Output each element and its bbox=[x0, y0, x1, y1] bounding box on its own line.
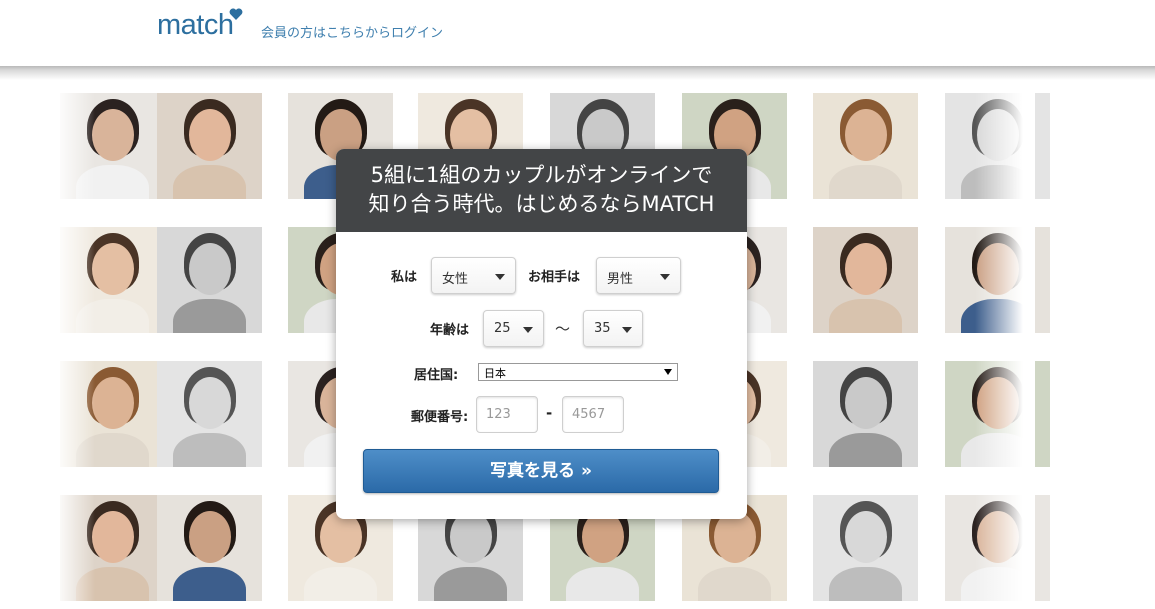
seeking-select[interactable]: 男性 bbox=[596, 257, 681, 294]
person-face bbox=[92, 511, 134, 563]
profile-photo bbox=[157, 93, 262, 199]
person-shoulders bbox=[566, 567, 639, 601]
member-login-link[interactable]: 会員の方はこちらからログイン bbox=[261, 22, 443, 41]
seeking-value: 男性 bbox=[607, 272, 634, 287]
person-face bbox=[189, 511, 231, 563]
person-shoulders bbox=[829, 433, 902, 467]
person-shoulders bbox=[173, 433, 246, 467]
dropdown-arrow-icon bbox=[664, 369, 672, 375]
zip-code-first-placeholder: 123 bbox=[486, 407, 511, 422]
age-label: 年齢は bbox=[430, 323, 470, 338]
modal-title-line-2: 知り合う時代。はじめるならMATCH bbox=[368, 192, 715, 216]
person-face bbox=[845, 243, 887, 295]
zip-code-second-input[interactable]: 4567 bbox=[562, 396, 624, 433]
person-face bbox=[845, 109, 887, 161]
country-value: 日本 bbox=[484, 367, 506, 380]
grid-fade-right bbox=[975, 88, 1035, 609]
person-shoulders bbox=[829, 165, 902, 199]
zip-dash: - bbox=[546, 404, 553, 422]
search-modal: 5組に1組のカップルがオンラインで 知り合う時代。はじめるならMATCH 私は … bbox=[336, 149, 747, 519]
chevron-down-icon bbox=[495, 274, 505, 280]
zip-code-second-placeholder: 4567 bbox=[572, 407, 606, 422]
i-am-select[interactable]: 女性 bbox=[431, 257, 516, 294]
modal-title-line-1: 5組に1組のカップルがオンラインで bbox=[370, 163, 713, 187]
heart-icon bbox=[229, 8, 243, 20]
i-am-value: 女性 bbox=[442, 272, 469, 287]
country-label: 居住国: bbox=[414, 368, 459, 383]
profile-photo bbox=[813, 495, 918, 601]
person-face bbox=[92, 243, 134, 295]
zip-label: 郵便番号: bbox=[411, 410, 469, 425]
i-am-label: 私は bbox=[391, 270, 418, 285]
zip-code-first-input[interactable]: 123 bbox=[476, 396, 538, 433]
person-shoulders bbox=[434, 567, 507, 601]
person-shoulders bbox=[173, 567, 246, 601]
person-shoulders bbox=[829, 299, 902, 333]
person-shoulders bbox=[829, 567, 902, 601]
person-shoulders bbox=[304, 567, 377, 601]
country-select[interactable]: 日本 bbox=[478, 363, 678, 381]
chevron-down-icon bbox=[622, 327, 632, 333]
person-face bbox=[92, 109, 134, 161]
person-face bbox=[189, 377, 231, 429]
profile-photo bbox=[813, 227, 918, 333]
age-max-value: 35 bbox=[594, 321, 611, 336]
person-face bbox=[845, 377, 887, 429]
profile-photo bbox=[813, 361, 918, 467]
person-shoulders bbox=[173, 299, 246, 333]
grid-fade-left bbox=[55, 88, 95, 609]
profile-photo bbox=[157, 227, 262, 333]
modal-header: 5組に1組のカップルがオンラインで 知り合う時代。はじめるならMATCH bbox=[336, 149, 747, 232]
match-logo[interactable]: match bbox=[157, 9, 234, 42]
site-header: match 会員の方はこちらからログイン bbox=[0, 0, 1155, 70]
person-face bbox=[845, 511, 887, 563]
person-face bbox=[92, 377, 134, 429]
profile-photo bbox=[157, 495, 262, 601]
age-min-value: 25 bbox=[494, 321, 511, 336]
person-face bbox=[189, 109, 231, 161]
profile-photo bbox=[157, 361, 262, 467]
person-shoulders bbox=[173, 165, 246, 199]
chevron-down-icon bbox=[660, 274, 670, 280]
view-photos-button[interactable]: 写真を見る » bbox=[363, 449, 719, 493]
profile-photo bbox=[813, 93, 918, 199]
person-shoulders bbox=[698, 567, 771, 601]
seeking-label: お相手は bbox=[528, 270, 581, 285]
header-shadow bbox=[0, 66, 1155, 80]
chevron-down-icon bbox=[523, 327, 533, 333]
age-min-select[interactable]: 25 bbox=[483, 310, 544, 347]
age-max-select[interactable]: 35 bbox=[583, 310, 643, 347]
age-separator: ～ bbox=[555, 320, 571, 338]
person-face bbox=[189, 243, 231, 295]
modal-title: 5組に1組のカップルがオンラインで 知り合う時代。はじめるならMATCH bbox=[336, 161, 747, 219]
